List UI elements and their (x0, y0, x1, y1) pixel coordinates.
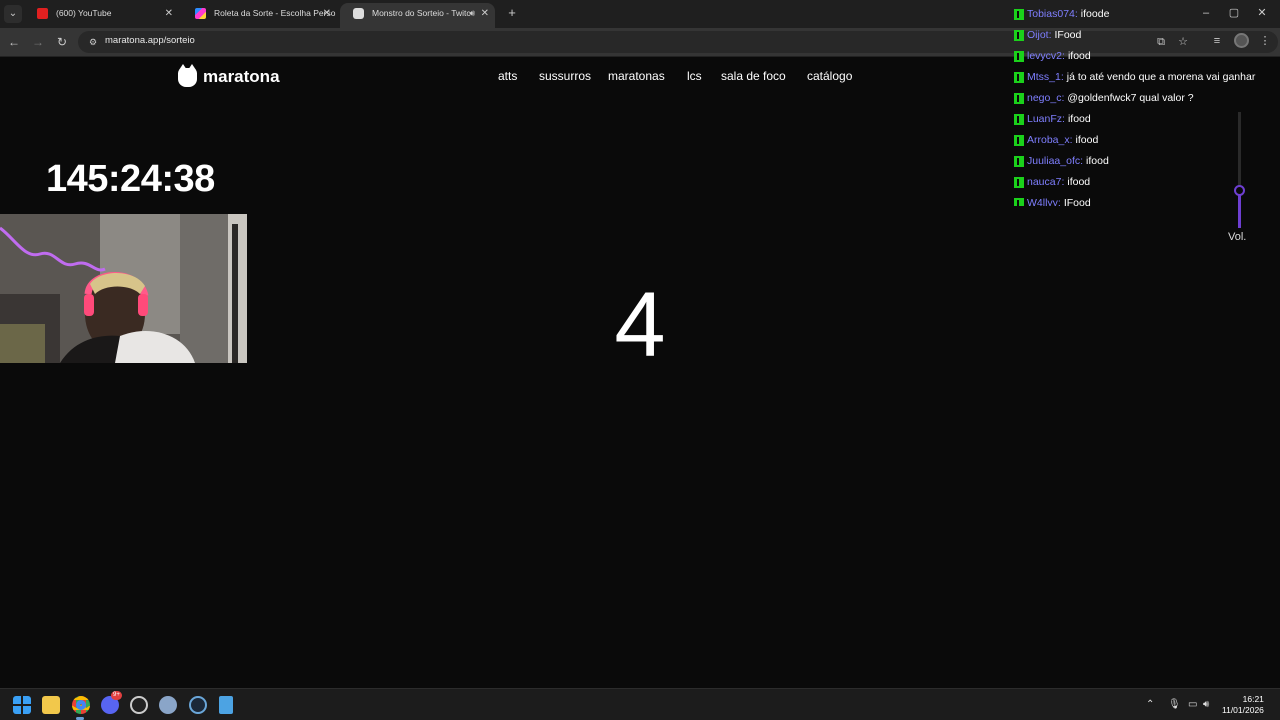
kick-badge-icon (1014, 30, 1024, 41)
youtube-icon (37, 8, 48, 19)
chat-text: ifoode (1080, 8, 1110, 20)
close-tab-icon[interactable]: ✕ (165, 3, 173, 24)
chat-text: ifood (1067, 176, 1091, 188)
kick-badge-icon (1014, 93, 1024, 104)
forward-arrow-icon[interactable]: → (30, 34, 46, 50)
webcam-image (0, 214, 247, 363)
clock-date: 11/01/2026 (1222, 705, 1264, 715)
speaker-icon[interactable]: 🔊︎ (469, 3, 475, 24)
chat-username: levycv2: (1027, 50, 1065, 62)
chat-text: ifood (1067, 113, 1091, 125)
brand-name: maratona (203, 67, 280, 86)
nav-sala-de-foco[interactable]: sala de foco (721, 69, 786, 83)
chat-message: Oijot: IFood (1014, 25, 1280, 46)
reload-icon[interactable]: ↻ (54, 34, 70, 50)
chat-username: nego_c: (1027, 92, 1065, 104)
chat-username: Mtss_1: (1027, 71, 1064, 83)
tab-youtube[interactable]: (600) YouTube ✕ (24, 3, 179, 28)
chat-text: ifood (1075, 134, 1099, 146)
chat-username: W4llyy: (1027, 197, 1061, 206)
chat-text: IFood (1054, 29, 1082, 41)
close-tab-icon[interactable]: ✕ (323, 3, 331, 24)
volume-tray-icon[interactable]: 🔊︎ (1203, 699, 1209, 710)
clock-time: 16:21 (1242, 694, 1264, 704)
marathon-timer: 145:24:38 (46, 158, 215, 200)
kick-badge-icon (1014, 72, 1024, 83)
chat-username: Juuliaa_ofc: (1027, 155, 1084, 167)
kick-badge-icon (1014, 51, 1024, 62)
url-text[interactable]: maratona.app/sorteio (105, 35, 195, 46)
chat-message: Tobias074: ifoode (1014, 4, 1280, 25)
close-tab-icon[interactable]: ✕ (481, 3, 489, 24)
nav-atts[interactable]: atts (498, 69, 517, 83)
new-tab-button[interactable]: + (505, 5, 519, 21)
settings-gear-icon[interactable] (159, 696, 177, 714)
chat-username: LuanFz: (1027, 113, 1065, 125)
chat-username: Arroba_x: (1027, 134, 1073, 146)
kick-badge-icon (1014, 135, 1024, 146)
nav-catalogo[interactable]: catálogo (807, 69, 852, 83)
discord-icon[interactable]: 9+ (101, 691, 122, 714)
windows-start-icon[interactable] (13, 696, 31, 714)
kick-badge-icon (1014, 156, 1024, 167)
draw-countdown: 4 (614, 274, 666, 376)
kick-badge-icon (1014, 114, 1024, 125)
chat-username: nauca7: (1027, 176, 1065, 188)
kick-badge-icon (1014, 177, 1024, 188)
system-clock[interactable]: 16:21 11/01/2026 (1222, 694, 1264, 716)
tab-title: Roleta da Sorte - Escolha Perso (214, 8, 336, 18)
tab-search-dropdown[interactable]: ⌄ (4, 5, 22, 23)
chat-text: já to até vendo que a morena vai ganhar (1066, 71, 1256, 83)
nav-maratonas[interactable]: maratonas (608, 69, 665, 83)
notepad-icon[interactable] (219, 696, 233, 714)
obs-icon[interactable] (130, 696, 148, 714)
tab-monstro-sorteio[interactable]: Monstro do Sorteio - Twitc 🔊︎ ✕ (340, 3, 495, 28)
cat-logo-icon (178, 63, 197, 87)
chrome-icon[interactable] (72, 696, 90, 714)
maratona-favicon-icon (353, 8, 364, 19)
windows-taskbar: 9+ ⌃ 🎙︎ ▭ 🔊︎ 16:21 11/01/2026 (0, 688, 1280, 720)
network-icon[interactable]: ▭ (1188, 699, 1197, 710)
volume-slider-track[interactable] (1238, 112, 1241, 228)
kick-badge-icon (1014, 198, 1024, 206)
chat-message: Mtss_1: já to até vendo que a morena vai … (1014, 67, 1280, 88)
discord-notification-badge: 9+ (111, 691, 122, 700)
chat-message: levycv2: ifood (1014, 46, 1280, 67)
chat-text: ifood (1086, 155, 1109, 167)
kick-badge-icon (1014, 9, 1024, 20)
chat-message: nego_c: @goldenfwck7 qual valor ? (1014, 88, 1280, 109)
chat-text: ifood (1067, 50, 1091, 62)
file-explorer-icon[interactable] (42, 696, 60, 714)
tab-title: (600) YouTube (56, 8, 112, 18)
webcam-feed (0, 214, 247, 363)
site-info-icon[interactable]: ⚙ (87, 36, 99, 48)
tab-title: Monstro do Sorteio - Twitc (372, 8, 471, 18)
roleta-icon (195, 8, 206, 19)
tray-overflow-chevron-icon[interactable]: ⌃ (1146, 699, 1154, 710)
chat-username: Tobias074: (1027, 8, 1078, 20)
back-arrow-icon[interactable]: ← (6, 34, 22, 50)
volume-slider-handle[interactable] (1234, 185, 1245, 196)
site-logo[interactable]: maratona (178, 63, 280, 88)
chat-text: IFood (1063, 197, 1091, 206)
tab-roleta[interactable]: Roleta da Sorte - Escolha Perso ✕ (182, 3, 337, 28)
nav-lcs[interactable]: lcs (687, 69, 702, 83)
steam-icon[interactable] (189, 696, 207, 714)
nav-sussurros[interactable]: sussurros (539, 69, 591, 83)
chat-text: @goldenfwck7 qual valor ? (1067, 92, 1194, 104)
microphone-icon[interactable]: 🎙︎ (1168, 699, 1181, 710)
volume-label: Vol. (1228, 231, 1247, 243)
chat-username: Oijot: (1027, 29, 1052, 41)
